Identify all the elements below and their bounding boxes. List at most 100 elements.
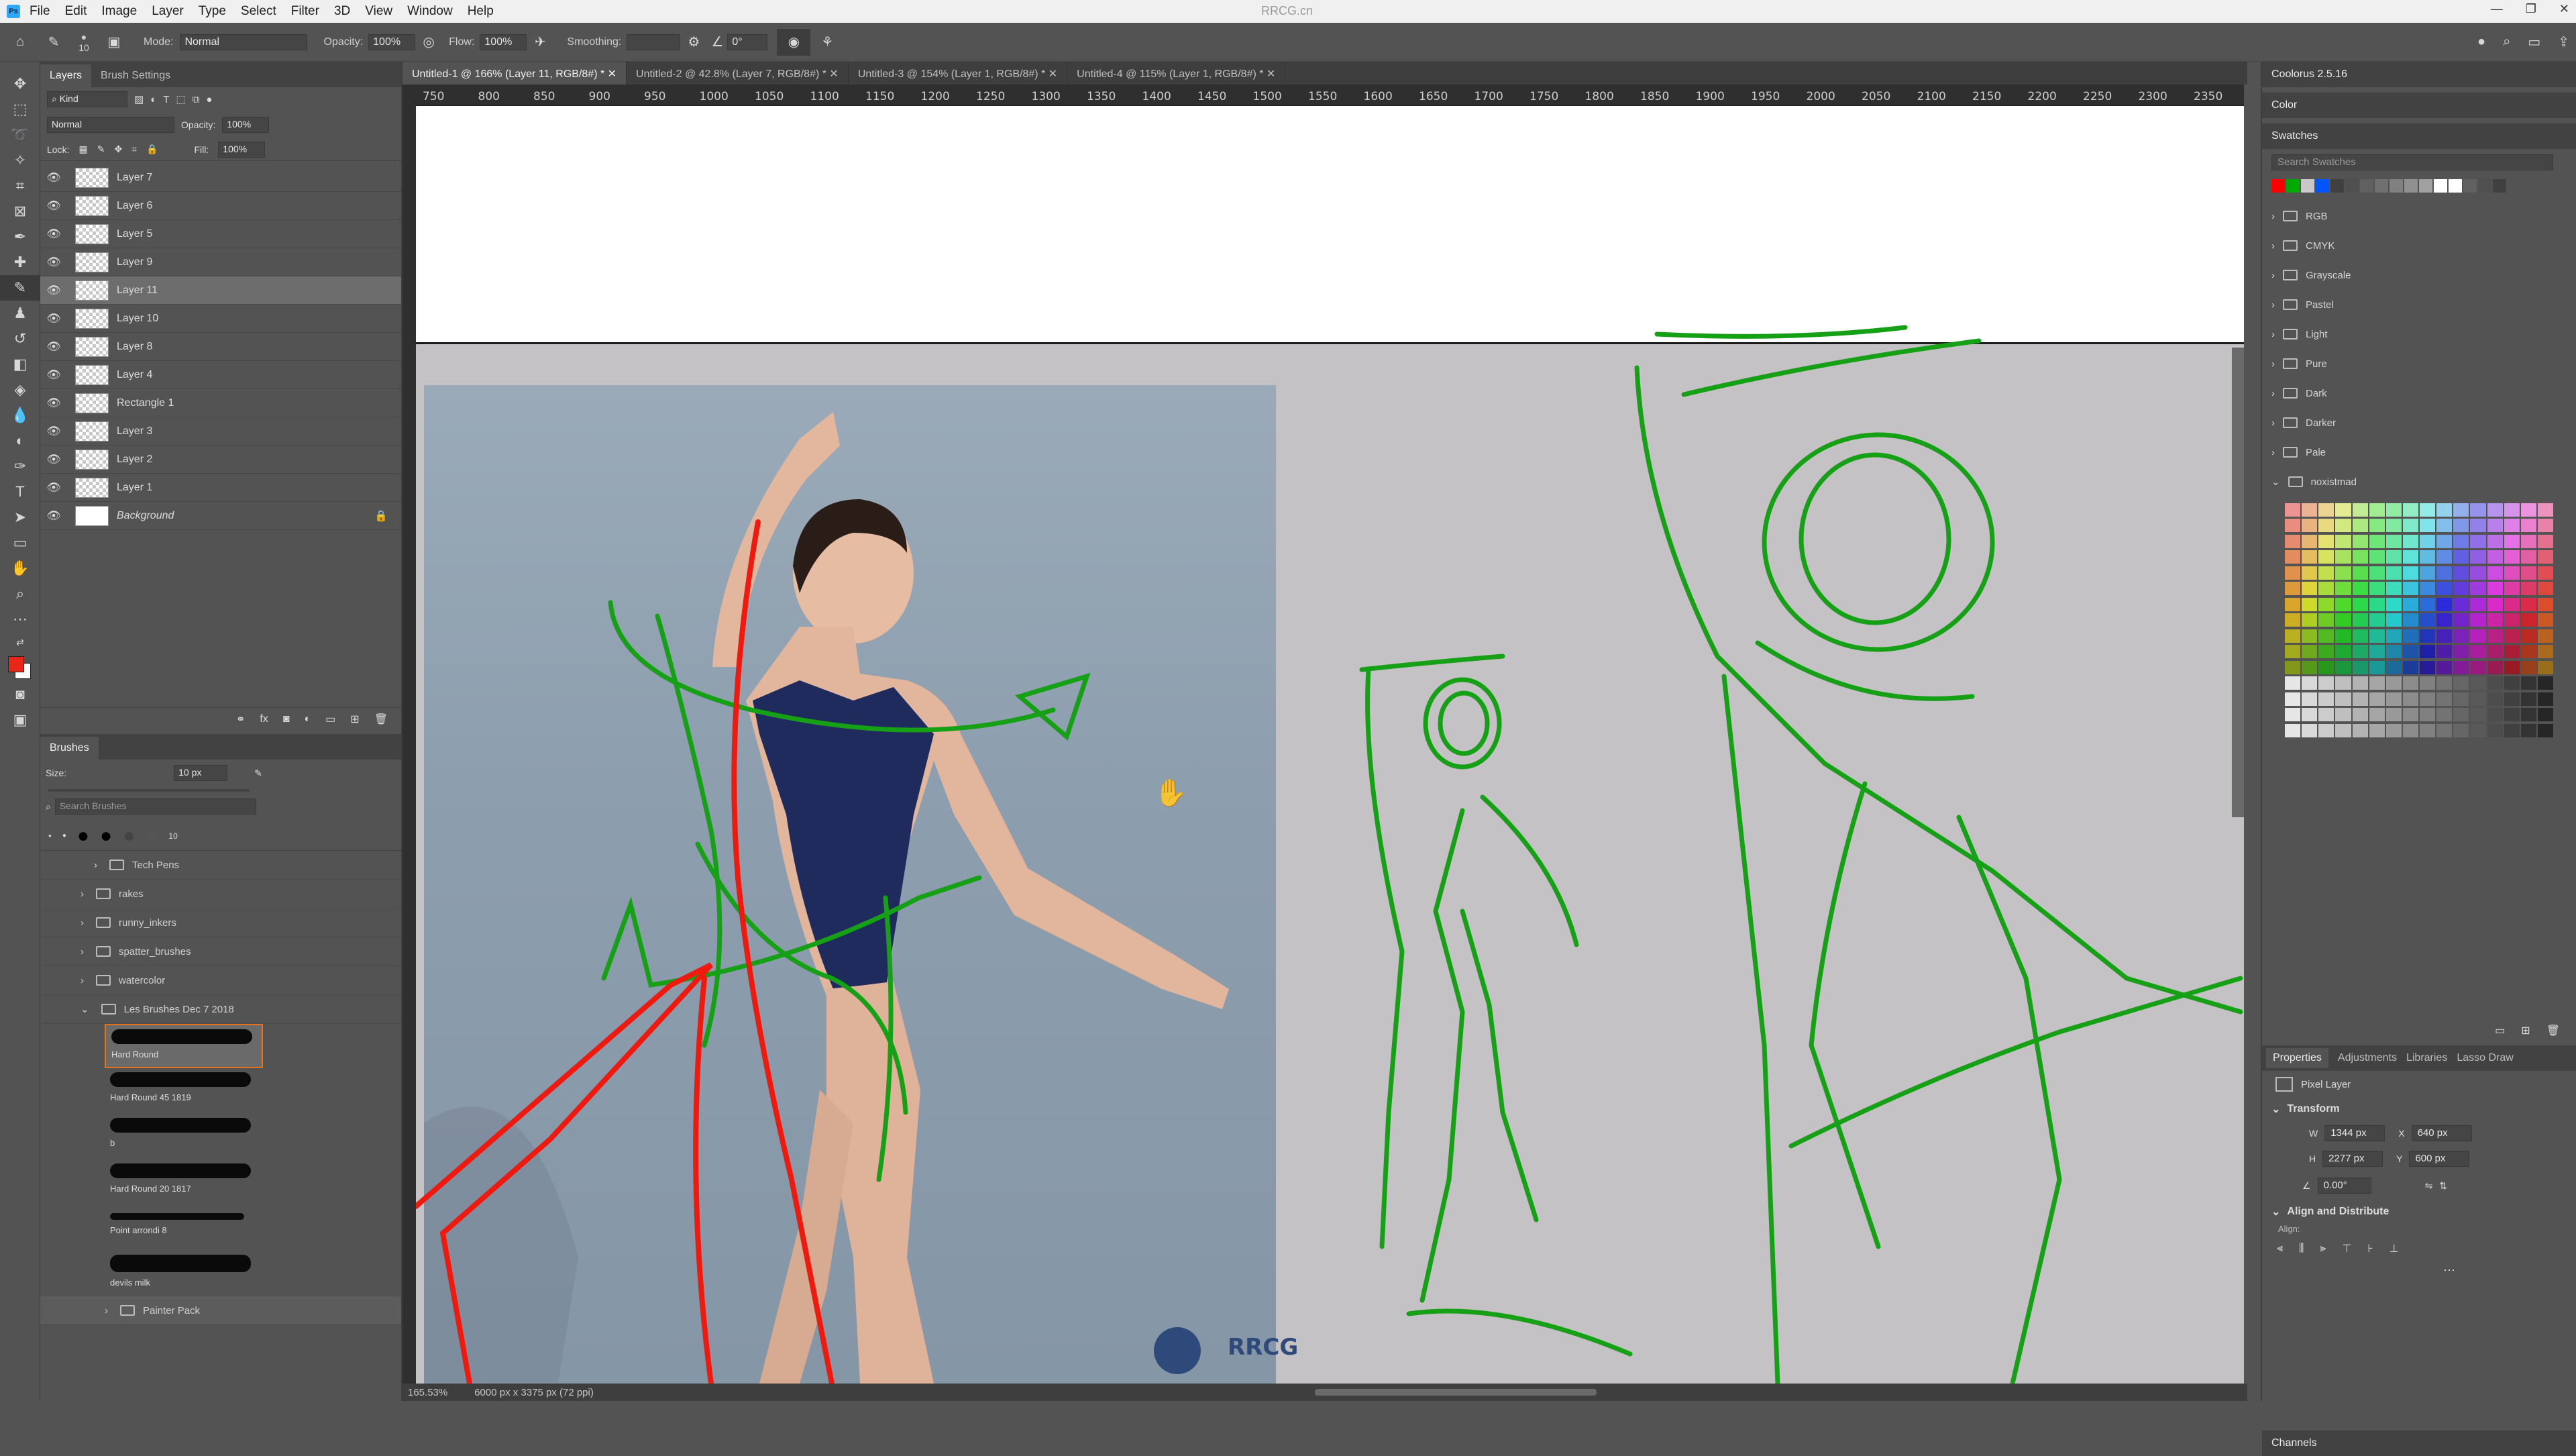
brush-preset-hard[interactable]: ● [77,825,89,847]
palette-swatch[interactable] [2302,676,2318,690]
palette-swatch[interactable] [2335,629,2351,643]
palette-swatch[interactable] [2420,519,2436,533]
eye-icon[interactable]: 👁 [40,284,67,297]
stamp-tool-icon[interactable]: ♟ [0,301,40,326]
palette-swatch[interactable] [2436,645,2453,659]
layer-row[interactable]: 👁 Layer 9 [40,248,401,276]
adjustment-layer-icon[interactable]: ◐ [304,713,311,725]
palette-swatch[interactable] [2285,566,2301,580]
tab-libraries[interactable]: Libraries [2406,1052,2447,1064]
palette-swatch[interactable] [2402,519,2418,533]
eraser-tool-icon[interactable]: ◧ [0,352,40,377]
palette-swatch[interactable] [2504,660,2520,674]
width-input[interactable]: 1344 px [2324,1125,2385,1141]
eye-icon[interactable]: 👁 [40,509,67,523]
tab-adjustments[interactable]: Adjustments [2338,1052,2397,1064]
palette-swatch[interactable] [2285,613,2301,627]
layer-opacity-input[interactable]: 100% [222,117,270,133]
eye-icon[interactable]: 👁 [40,171,67,185]
color-swatch[interactable] [2449,179,2462,193]
palette-swatch[interactable] [2453,676,2469,690]
brush-item[interactable]: Hard Round 20 1817 [105,1159,263,1205]
palette-swatch[interactable] [2537,613,2553,627]
palette-swatch[interactable] [2335,519,2351,533]
palette-swatch[interactable] [2520,723,2536,737]
home-icon[interactable]: ⌂ [0,34,40,50]
palette-swatch[interactable] [2302,534,2318,548]
palette-swatch[interactable] [2285,597,2301,611]
palette-swatch[interactable] [2487,503,2503,517]
lock-pixels-icon[interactable]: ✎ [97,144,105,155]
palette-swatch[interactable] [2436,597,2453,611]
brush-preset-picker[interactable]: ● 10 [67,32,101,53]
workspace-icon[interactable]: ▭ [2528,34,2540,50]
palette-swatch[interactable] [2470,519,2486,533]
palette-swatch[interactable] [2504,503,2520,517]
color-swatch[interactable] [2478,179,2491,193]
brush-preset-dot[interactable]: ● [62,832,66,839]
path-selection-tool-icon[interactable]: ➤ [0,505,40,530]
filter-toggle-icon[interactable]: ● [206,94,212,105]
palette-swatch[interactable] [2487,723,2503,737]
palette-swatch[interactable] [2453,597,2469,611]
palette-swatch[interactable] [2453,645,2469,659]
palette-swatch[interactable] [2402,692,2418,706]
swatch-folder[interactable]: › CMYK [2262,231,2576,260]
mode-select[interactable]: Normal [180,34,308,50]
palette-swatch[interactable] [2436,534,2453,548]
brush-tool-icon[interactable]: ✎ [0,275,40,301]
palette-swatch[interactable] [2436,582,2453,596]
layer-row[interactable]: 👁 Layer 4 [40,361,401,389]
brush-item-selected[interactable]: Hard Round [105,1024,263,1068]
palette-swatch[interactable] [2420,708,2436,722]
trash-icon[interactable]: 🗑 [2546,1024,2560,1037]
frame-tool-icon[interactable]: ⊠ [0,199,40,224]
shape-filter-icon[interactable]: ⬚ [176,93,185,105]
palette-swatch[interactable] [2385,692,2402,706]
layer-row[interactable]: 👁 Layer 10 [40,305,401,333]
align-left-icon[interactable]: ⫷ [2277,1243,2283,1255]
pen-tool-icon[interactable]: ✑ [0,454,40,479]
swatch-grid[interactable] [2285,503,2553,738]
palette-swatch[interactable] [2335,503,2351,517]
menu-edit[interactable]: Edit [65,4,87,19]
palette-swatch[interactable] [2520,503,2536,517]
align-center-icon[interactable]: ⫼ [2299,1243,2304,1255]
height-input[interactable]: 2277 px [2322,1151,2383,1167]
palette-swatch[interactable] [2369,613,2385,627]
palette-swatch[interactable] [2504,566,2520,580]
eye-icon[interactable]: 👁 [40,368,67,382]
palette-swatch[interactable] [2385,629,2402,643]
new-layer-icon[interactable]: ⊞ [350,713,359,726]
palette-swatch[interactable] [2470,629,2486,643]
palette-swatch[interactable] [2420,582,2436,596]
palette-swatch[interactable] [2520,708,2536,722]
color-swatch[interactable] [2390,179,2403,193]
palette-swatch[interactable] [2436,692,2453,706]
palette-swatch[interactable] [2537,597,2553,611]
palette-swatch[interactable] [2318,550,2334,564]
pixel-filter-icon[interactable]: ▨ [134,93,144,105]
palette-swatch[interactable] [2470,597,2486,611]
close-icon[interactable]: ✕ [608,68,616,80]
palette-swatch[interactable] [2302,550,2318,564]
color-swatch[interactable] [2271,179,2285,193]
flow-input[interactable]: 100% [480,34,527,50]
palette-swatch[interactable] [2453,660,2469,674]
color-swatch[interactable] [2375,179,2388,193]
palette-swatch[interactable] [2504,613,2520,627]
palette-swatch[interactable] [2487,676,2503,690]
angle-input[interactable]: 0° [727,34,768,50]
color-swatch[interactable] [2360,179,2373,193]
palette-swatch[interactable] [2504,723,2520,737]
user-icon[interactable]: ● [2477,34,2485,50]
palette-swatch[interactable] [2420,692,2436,706]
opacity-input[interactable]: 100% [368,34,416,50]
palette-swatch[interactable] [2520,676,2536,690]
palette-swatch[interactable] [2302,692,2318,706]
tab-brush-settings[interactable]: Brush Settings [91,64,180,87]
palette-swatch[interactable] [2318,613,2334,627]
hand-tool-icon[interactable]: ✋ [0,556,40,581]
type-tool-icon[interactable]: T [0,479,40,505]
new-group-icon[interactable]: ▭ [325,713,335,726]
